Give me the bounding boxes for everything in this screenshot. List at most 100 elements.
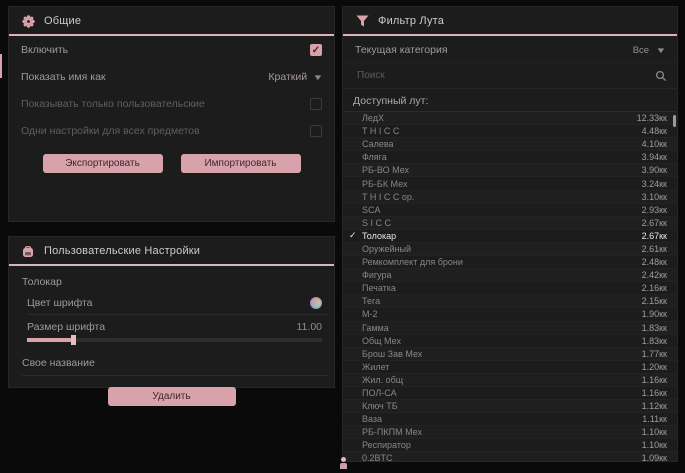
setting-checkbox[interactable] xyxy=(310,98,322,110)
setting-checkbox[interactable]: ✓ xyxy=(310,44,322,56)
setting-label: Включить xyxy=(21,44,68,56)
general-setting-row[interactable]: Включить ✓ xyxy=(9,36,334,63)
item-value: 12.33кк xyxy=(637,113,667,123)
search-icon[interactable] xyxy=(655,70,667,82)
loot-list-item[interactable]: Ваза 1.11кк xyxy=(343,413,677,426)
item-value: 2.48кк xyxy=(642,257,667,267)
item-value: 1.12кк xyxy=(642,401,667,411)
item-name: Ключ ТБ xyxy=(362,401,398,411)
loot-list-item[interactable]: РБ-ПКПМ Мех 1.10кк xyxy=(343,426,677,439)
item-name: Фляга xyxy=(362,152,387,162)
panel-filter-title: Фильтр Лута xyxy=(378,15,444,27)
loot-list-item[interactable]: Общ Мех 1.83кк xyxy=(343,335,677,348)
font-size-value: 11.00 xyxy=(297,321,323,333)
custom-name-label: Свое название xyxy=(22,357,95,369)
available-loot-label: Доступный лут: xyxy=(343,89,677,111)
loot-list-item[interactable]: T H I C C 4.48кк xyxy=(343,125,677,138)
loot-list-item[interactable]: Печатка 2.16кк xyxy=(343,282,677,295)
loot-list-item[interactable]: SCA 2.93кк xyxy=(343,204,677,217)
search-input[interactable] xyxy=(355,69,655,82)
loot-list-item[interactable]: Жил. общ 1.16кк xyxy=(343,374,677,387)
item-name: Салева xyxy=(362,139,394,149)
item-name: Фигура xyxy=(362,270,392,280)
item-name: Жил. общ xyxy=(362,375,403,385)
panel-custom-settings: Пользовательские Настройки Толокар Цвет … xyxy=(8,236,335,388)
loot-list-item[interactable]: ЛедХ 12.33кк xyxy=(343,112,677,125)
item-name: 0.2BTC xyxy=(362,453,393,461)
item-check-icon: ✓ xyxy=(349,230,362,241)
font-color-row[interactable]: Цвет шрифта xyxy=(27,291,328,315)
item-name: РБ-ПКПМ Мех xyxy=(362,427,422,437)
panel-general-title: Общие xyxy=(44,15,81,27)
chevron-down-icon: ▼ xyxy=(655,46,666,55)
loot-list-item[interactable]: Фигура 2.42кк xyxy=(343,269,677,282)
list-scrollbar[interactable] xyxy=(673,115,676,127)
slider-fill xyxy=(27,338,73,342)
panel-filter-header: Фильтр Лута xyxy=(343,7,677,36)
item-name: T H I C C xyxy=(362,126,399,136)
item-value: 2.67кк xyxy=(642,231,667,241)
loot-list-item[interactable]: РБ-ВО Мех 3.90кк xyxy=(343,164,677,177)
name-mode-select[interactable]: Краткий▼ xyxy=(268,71,322,83)
item-value: 2.16кк xyxy=(642,283,667,293)
loot-list-item[interactable]: Жилет 1.20кк xyxy=(343,361,677,374)
color-wheel-icon[interactable] xyxy=(310,297,322,309)
panel-general-header: Общие xyxy=(9,7,334,36)
font-size-label: Размер шрифта xyxy=(27,321,105,333)
loot-list-item[interactable]: Оружейный 2.61кк xyxy=(343,243,677,256)
funnel-icon xyxy=(355,14,369,28)
item-value: 2.42кк xyxy=(642,270,667,280)
loot-list-item[interactable]: ✓ Толокар 2.67кк xyxy=(343,230,677,243)
export-button[interactable]: Экспортировать xyxy=(43,154,163,173)
loot-list-item[interactable]: Фляга 3.94кк xyxy=(343,151,677,164)
window-scroll-indicator[interactable] xyxy=(0,54,2,78)
loot-list-item[interactable]: Гамма 1.83кк xyxy=(343,322,677,335)
item-name: SCA xyxy=(362,205,381,215)
loot-list-item[interactable]: ПОЛ-СА 1.16кк xyxy=(343,387,677,400)
item-name: Ремкомплект для брони xyxy=(362,257,463,267)
category-value: Все xyxy=(633,45,649,56)
loot-list-item[interactable]: Ремкомплект для брони 2.48кк xyxy=(343,256,677,269)
font-size-slider[interactable] xyxy=(27,338,322,342)
category-select[interactable]: Все ▼ xyxy=(633,45,665,56)
item-value: 2.61кк xyxy=(642,244,667,254)
item-value: 1.11кк xyxy=(642,414,667,424)
search-row xyxy=(343,62,677,89)
item-value: 1.10кк xyxy=(642,440,667,450)
category-label: Текущая категория xyxy=(355,44,448,56)
loot-list-item[interactable]: Ключ ТБ 1.12кк xyxy=(343,400,677,413)
loot-list-item[interactable]: РБ-БК Мех 3.24кк xyxy=(343,177,677,190)
loot-list-item[interactable]: S I C C 2.67кк xyxy=(343,217,677,230)
loot-list-item[interactable]: T H I C C ор. 3.10кк xyxy=(343,191,677,204)
item-name: Брош Зав Мех xyxy=(362,349,422,359)
general-setting-row[interactable]: Показать имя как Краткий▼ xyxy=(9,63,334,90)
gear-icon xyxy=(21,14,35,28)
loot-list-item[interactable]: Салева 4.10кк xyxy=(343,138,677,151)
loot-list-item[interactable]: М-2 1.90кк xyxy=(343,308,677,321)
item-value: 3.94кк xyxy=(642,152,667,162)
item-value: 1.20кк xyxy=(642,362,667,372)
panel-custom-header: Пользовательские Настройки xyxy=(9,237,334,266)
import-button[interactable]: Импортировать xyxy=(181,154,301,173)
loot-list-item[interactable]: Брош Зав Мех 1.77кк xyxy=(343,348,677,361)
setting-label: Показать имя как xyxy=(21,71,106,83)
panel-general: Общие Включить ✓ Показать имя как Кратки… xyxy=(8,6,335,222)
slider-thumb[interactable] xyxy=(71,335,76,345)
font-size-row: Размер шрифта 11.00 xyxy=(27,315,328,333)
item-name: Тега xyxy=(362,296,380,306)
loot-list-item[interactable]: Респиратор 1.10кк xyxy=(343,439,677,452)
item-value: 3.90кк xyxy=(642,165,667,175)
delete-button[interactable]: Удалить xyxy=(108,387,236,406)
custom-name-field[interactable]: Свое название xyxy=(22,350,328,376)
item-value: 1.83кк xyxy=(642,323,667,333)
loot-list-item[interactable]: 0.2BTC 1.09кк xyxy=(343,452,677,461)
item-value: 2.67кк xyxy=(642,218,667,228)
general-setting-row[interactable]: Одни настройки для всех предметов xyxy=(9,117,334,144)
chevron-down-icon: ▼ xyxy=(312,73,323,82)
loot-list-item[interactable]: Тега 2.15кк xyxy=(343,295,677,308)
item-name: ПОЛ-СА xyxy=(362,388,397,398)
item-value: 1.09кк xyxy=(642,453,667,461)
setting-checkbox[interactable] xyxy=(310,125,322,137)
item-value: 1.77кк xyxy=(642,349,667,359)
general-setting-row[interactable]: Показывать только пользовательские xyxy=(9,90,334,117)
